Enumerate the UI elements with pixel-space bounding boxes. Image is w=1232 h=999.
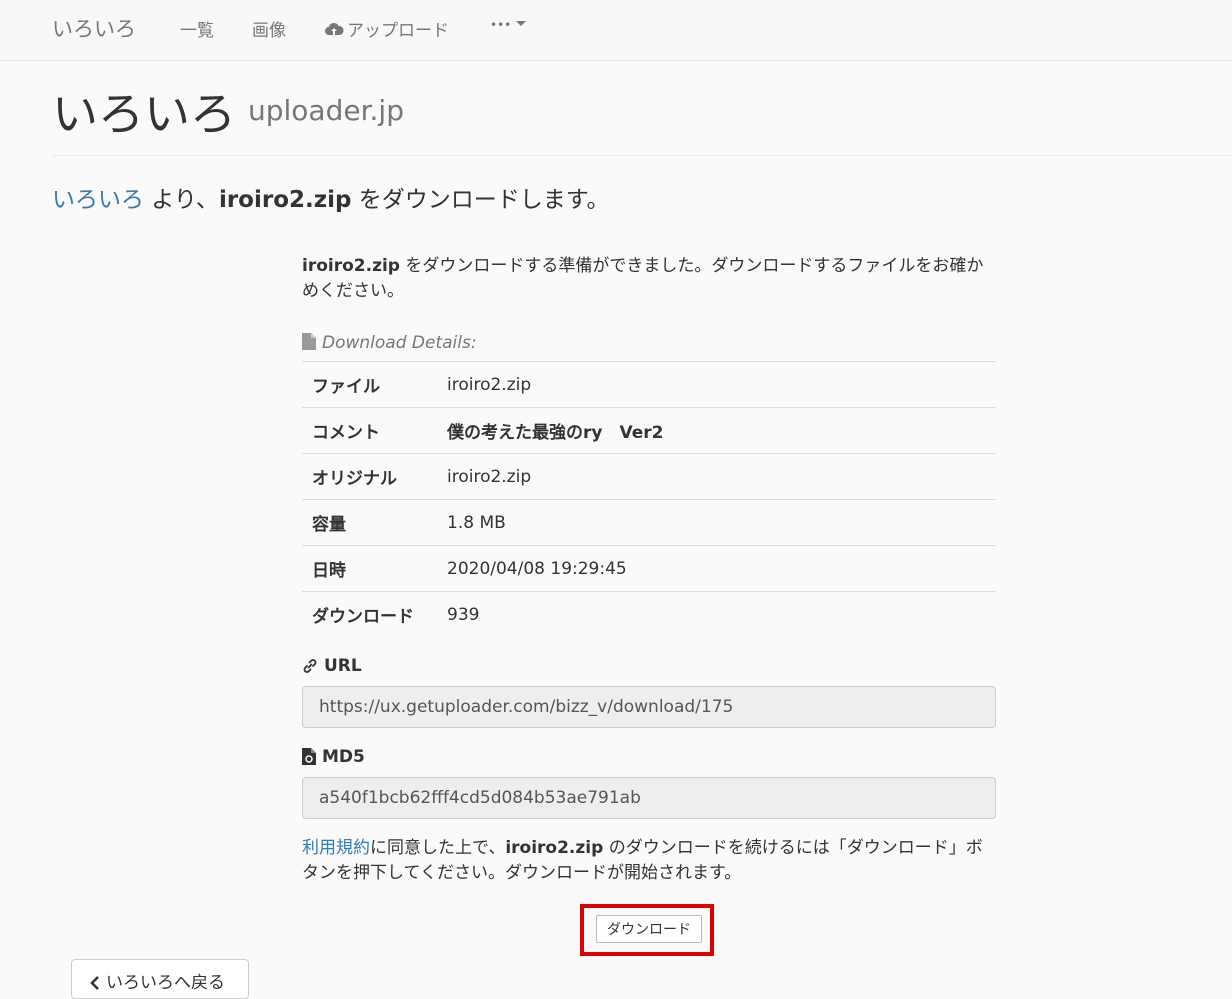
intro-filename: iroiro2.zip [302, 256, 400, 276]
table-row: 容量 1.8 MB [302, 499, 996, 546]
file-icon [302, 333, 316, 357]
details-key: ファイル [302, 361, 437, 408]
caret-down-icon [516, 21, 527, 26]
terms-link[interactable]: 利用規約 [302, 838, 370, 858]
url-label-text: URL [324, 655, 362, 676]
md5-field[interactable] [302, 776, 996, 819]
back-button-label: いろいろへ戻る [106, 973, 225, 993]
intro-text: iroiro2.zip をダウンロードする準備ができました。ダウンロードするファ… [302, 254, 996, 304]
details-table: ファイル iroiro2.zip コメント 僕の考えた最強のry Ver2 オリ… [302, 361, 996, 638]
cloud-upload-icon [324, 22, 344, 43]
download-button[interactable]: ダウンロード [596, 915, 702, 943]
download-button-highlight: ダウンロード [580, 904, 714, 956]
back-button[interactable]: いろいろへ戻る [71, 959, 249, 999]
nav-dropdown-more-label: ••• [490, 18, 512, 32]
details-value: 僕の考えた最強のry Ver2 [437, 407, 996, 454]
nav-link-list-label: 一覧 [180, 21, 214, 41]
md5-label: MD5 [302, 745, 996, 769]
details-value: 1.8 MB [437, 499, 996, 546]
page-header: いろいろ uploader.jp [52, 78, 1232, 156]
details-key: 容量 [302, 499, 437, 546]
table-row: 日時 2020/04/08 19:29:45 [302, 545, 996, 592]
terms-text-1: に同意した上で、 [370, 837, 506, 858]
chevron-left-icon [90, 975, 100, 995]
md5-label-text: MD5 [322, 746, 365, 767]
link-icon [302, 657, 318, 681]
details-key: コメント [302, 407, 437, 454]
navbar: いろいろ 一覧 画像 アップロード ••• [0, 0, 1232, 61]
nav-link-list[interactable]: 一覧 [180, 16, 214, 41]
nav-dropdown-more[interactable]: ••• [490, 14, 527, 34]
details-heading-label: Download Details: [322, 333, 477, 353]
details-value: 939 [437, 591, 996, 638]
page-title: いろいろ [52, 87, 236, 141]
details-key: 日時 [302, 545, 437, 592]
nav-link-images[interactable]: 画像 [252, 16, 286, 41]
navbar-brand[interactable]: いろいろ [52, 13, 136, 43]
details-value: 2020/04/08 19:29:45 [437, 545, 996, 592]
page-subtitle: uploader.jp [248, 94, 404, 127]
file-hash-icon [302, 747, 316, 772]
user-link[interactable]: いろいろ [52, 187, 144, 213]
table-row: オリジナル iroiro2.zip [302, 453, 996, 500]
details-value: iroiro2.zip [437, 453, 996, 500]
details-key: ダウンロード [302, 591, 437, 638]
download-panel: iroiro2.zip をダウンロードする準備ができました。ダウンロードするファ… [302, 254, 996, 886]
url-field[interactable] [302, 685, 996, 728]
lead-text-2: をダウンロードします。 [351, 187, 610, 213]
details-heading: Download Details: [302, 331, 996, 355]
table-row: ダウンロード 939 [302, 591, 996, 638]
lead-text: いろいろ より、iroiro2.zip をダウンロードします。 [52, 180, 609, 214]
nav-link-images-label: 画像 [252, 21, 286, 41]
nav-link-upload-label: アップロード [347, 21, 449, 41]
nav-link-upload[interactable]: アップロード [324, 16, 449, 43]
intro-body: をダウンロードする準備ができました。ダウンロードするファイルをお確かめください。 [302, 256, 984, 301]
lead-text-1: より、 [144, 187, 219, 213]
terms-text: 利用規約に同意した上で、iroiro2.zip のダウンロードを続けるには「ダウ… [302, 836, 996, 886]
lead-filename: iroiro2.zip [218, 187, 352, 213]
table-row: ファイル iroiro2.zip [302, 361, 996, 408]
details-key: オリジナル [302, 453, 437, 500]
details-value: iroiro2.zip [437, 361, 996, 408]
table-row: コメント 僕の考えた最強のry Ver2 [302, 407, 996, 454]
url-label: URL [302, 654, 996, 678]
terms-filename: iroiro2.zip [505, 837, 604, 858]
